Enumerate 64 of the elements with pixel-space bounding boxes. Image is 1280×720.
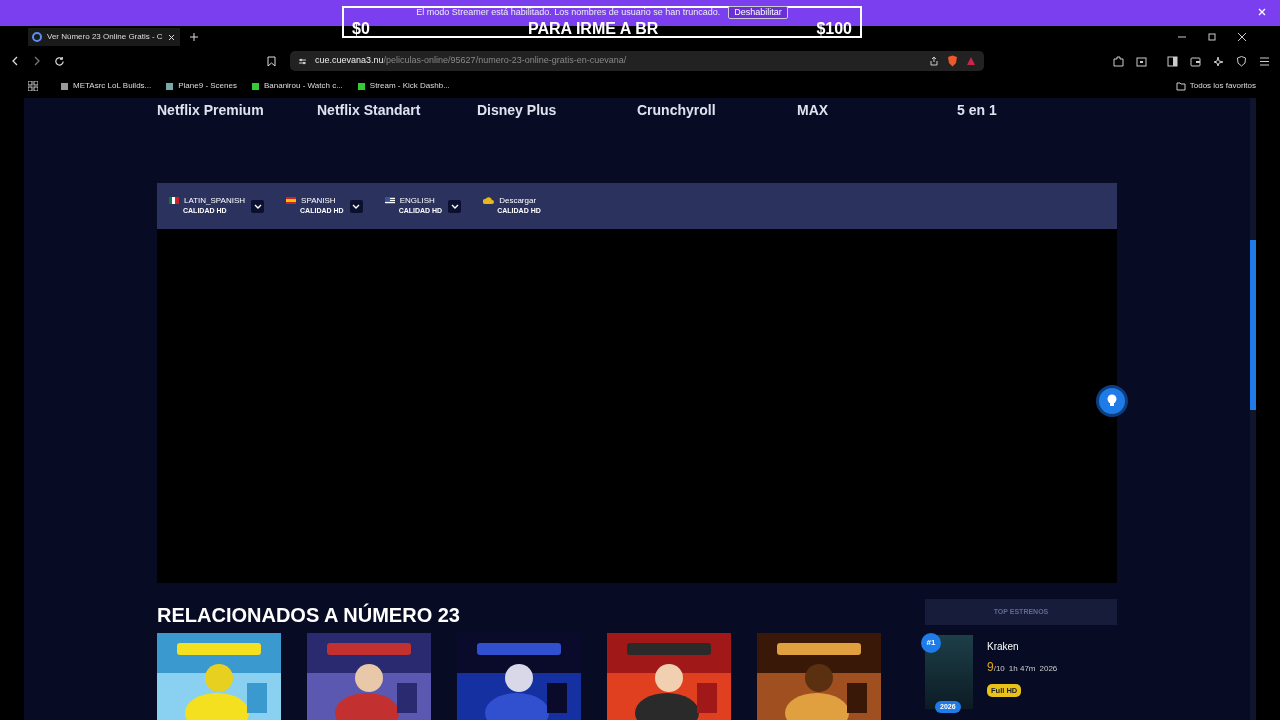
sidebar-icon[interactable] — [1167, 55, 1178, 67]
duration: 1h 47m — [1008, 663, 1036, 675]
shield-icon[interactable] — [947, 55, 958, 67]
site-settings-icon — [298, 56, 307, 66]
menu-icon[interactable] — [1259, 55, 1270, 67]
caret-icon — [352, 203, 361, 209]
rank-badge: #1 — [921, 633, 941, 653]
close-icon[interactable] — [167, 33, 175, 41]
section-title: RELACIONADOS A NÚMERO 23 — [157, 603, 461, 627]
share-icon[interactable] — [929, 56, 939, 66]
bookmark-favicon-icon — [356, 81, 366, 91]
tab-title: Ver Número 23 Online Gratis - C — [47, 31, 163, 43]
screenshot-icon[interactable] — [1136, 55, 1147, 67]
puzzle-icon[interactable] — [1113, 55, 1124, 67]
dropdown-toggle-button[interactable] — [448, 199, 462, 213]
service-link[interactable]: Netflix Standart — [317, 100, 477, 121]
dropdown-toggle-button[interactable] — [349, 199, 363, 213]
url-text: cue.cuevana3.nu/peliculas-online/95627/numero-23-online-gratis-en-cuevana/ — [315, 54, 627, 68]
streamer-message: El modo Streamer está habilitado. Los nombres de usuario se han truncado. — [416, 6, 721, 19]
favorites-folder[interactable]: Todos los favoritos — [1175, 80, 1256, 92]
flag-icon — [384, 197, 395, 205]
service-link[interactable]: 5 en 1 — [957, 100, 1117, 121]
movie-title[interactable]: Kraken — [987, 639, 1058, 654]
bookmark-favicon-icon — [165, 81, 175, 91]
bookmark-link[interactable]: Bananirou - Watch c... — [250, 80, 343, 92]
address-bar[interactable]: cue.cuevana3.nu/peliculas-online/95627/numero-23-online-gratis-en-cuevana/ — [290, 51, 984, 71]
lightbulb-button[interactable] — [1096, 385, 1128, 417]
bookmark-favicon-icon — [250, 81, 260, 91]
apps-icon[interactable] — [28, 81, 38, 91]
scrollbar-thumb[interactable] — [1250, 240, 1256, 410]
cloud-icon — [483, 196, 495, 206]
restore-icon[interactable] — [1208, 33, 1216, 41]
release-year: 2026 — [1039, 663, 1058, 675]
service-link[interactable]: Disney Plus — [477, 100, 637, 121]
back-icon[interactable] — [10, 56, 20, 66]
scrollbar[interactable] — [1250, 98, 1256, 720]
site-icon — [32, 32, 42, 42]
flag-icon — [169, 197, 179, 205]
bookmark-link[interactable]: METAsrc LoL Builds... — [60, 80, 152, 92]
wallet-icon[interactable] — [1190, 55, 1201, 67]
forward-icon[interactable] — [32, 56, 42, 66]
reload-icon[interactable] — [54, 55, 65, 67]
minimize-icon[interactable] — [1178, 33, 1186, 41]
sparkle-icon[interactable] — [1213, 55, 1224, 67]
browser-tab[interactable]: Ver Número 23 Online Gratis - C — [28, 28, 180, 46]
service-link[interactable]: Crunchyroll — [637, 100, 797, 121]
caret-icon — [253, 203, 262, 209]
service-link[interactable]: Netflix Premium — [157, 100, 317, 121]
disable-button[interactable]: Deshabilitar — [728, 6, 788, 20]
service-link[interactable]: MAX — [797, 100, 957, 121]
bookmark-icon[interactable] — [267, 55, 276, 67]
shield-icon[interactable] — [1236, 55, 1247, 67]
folder-icon — [1175, 81, 1186, 91]
close-icon[interactable] — [1238, 33, 1246, 41]
lightbulb-icon — [1106, 394, 1118, 408]
bookmark-link[interactable]: Stream - Kick Dashb... — [356, 80, 450, 92]
triangle-icon[interactable] — [966, 56, 976, 66]
rating: 9/10 — [987, 659, 1005, 676]
bookmark-favicon-icon — [60, 81, 69, 91]
flag-icon — [286, 197, 297, 205]
caret-icon — [450, 203, 459, 209]
dropdown-toggle-button[interactable] — [251, 199, 265, 213]
new-tab-icon[interactable] — [190, 33, 198, 41]
bookmark-link[interactable]: Plane9 - Scenes — [165, 80, 237, 92]
